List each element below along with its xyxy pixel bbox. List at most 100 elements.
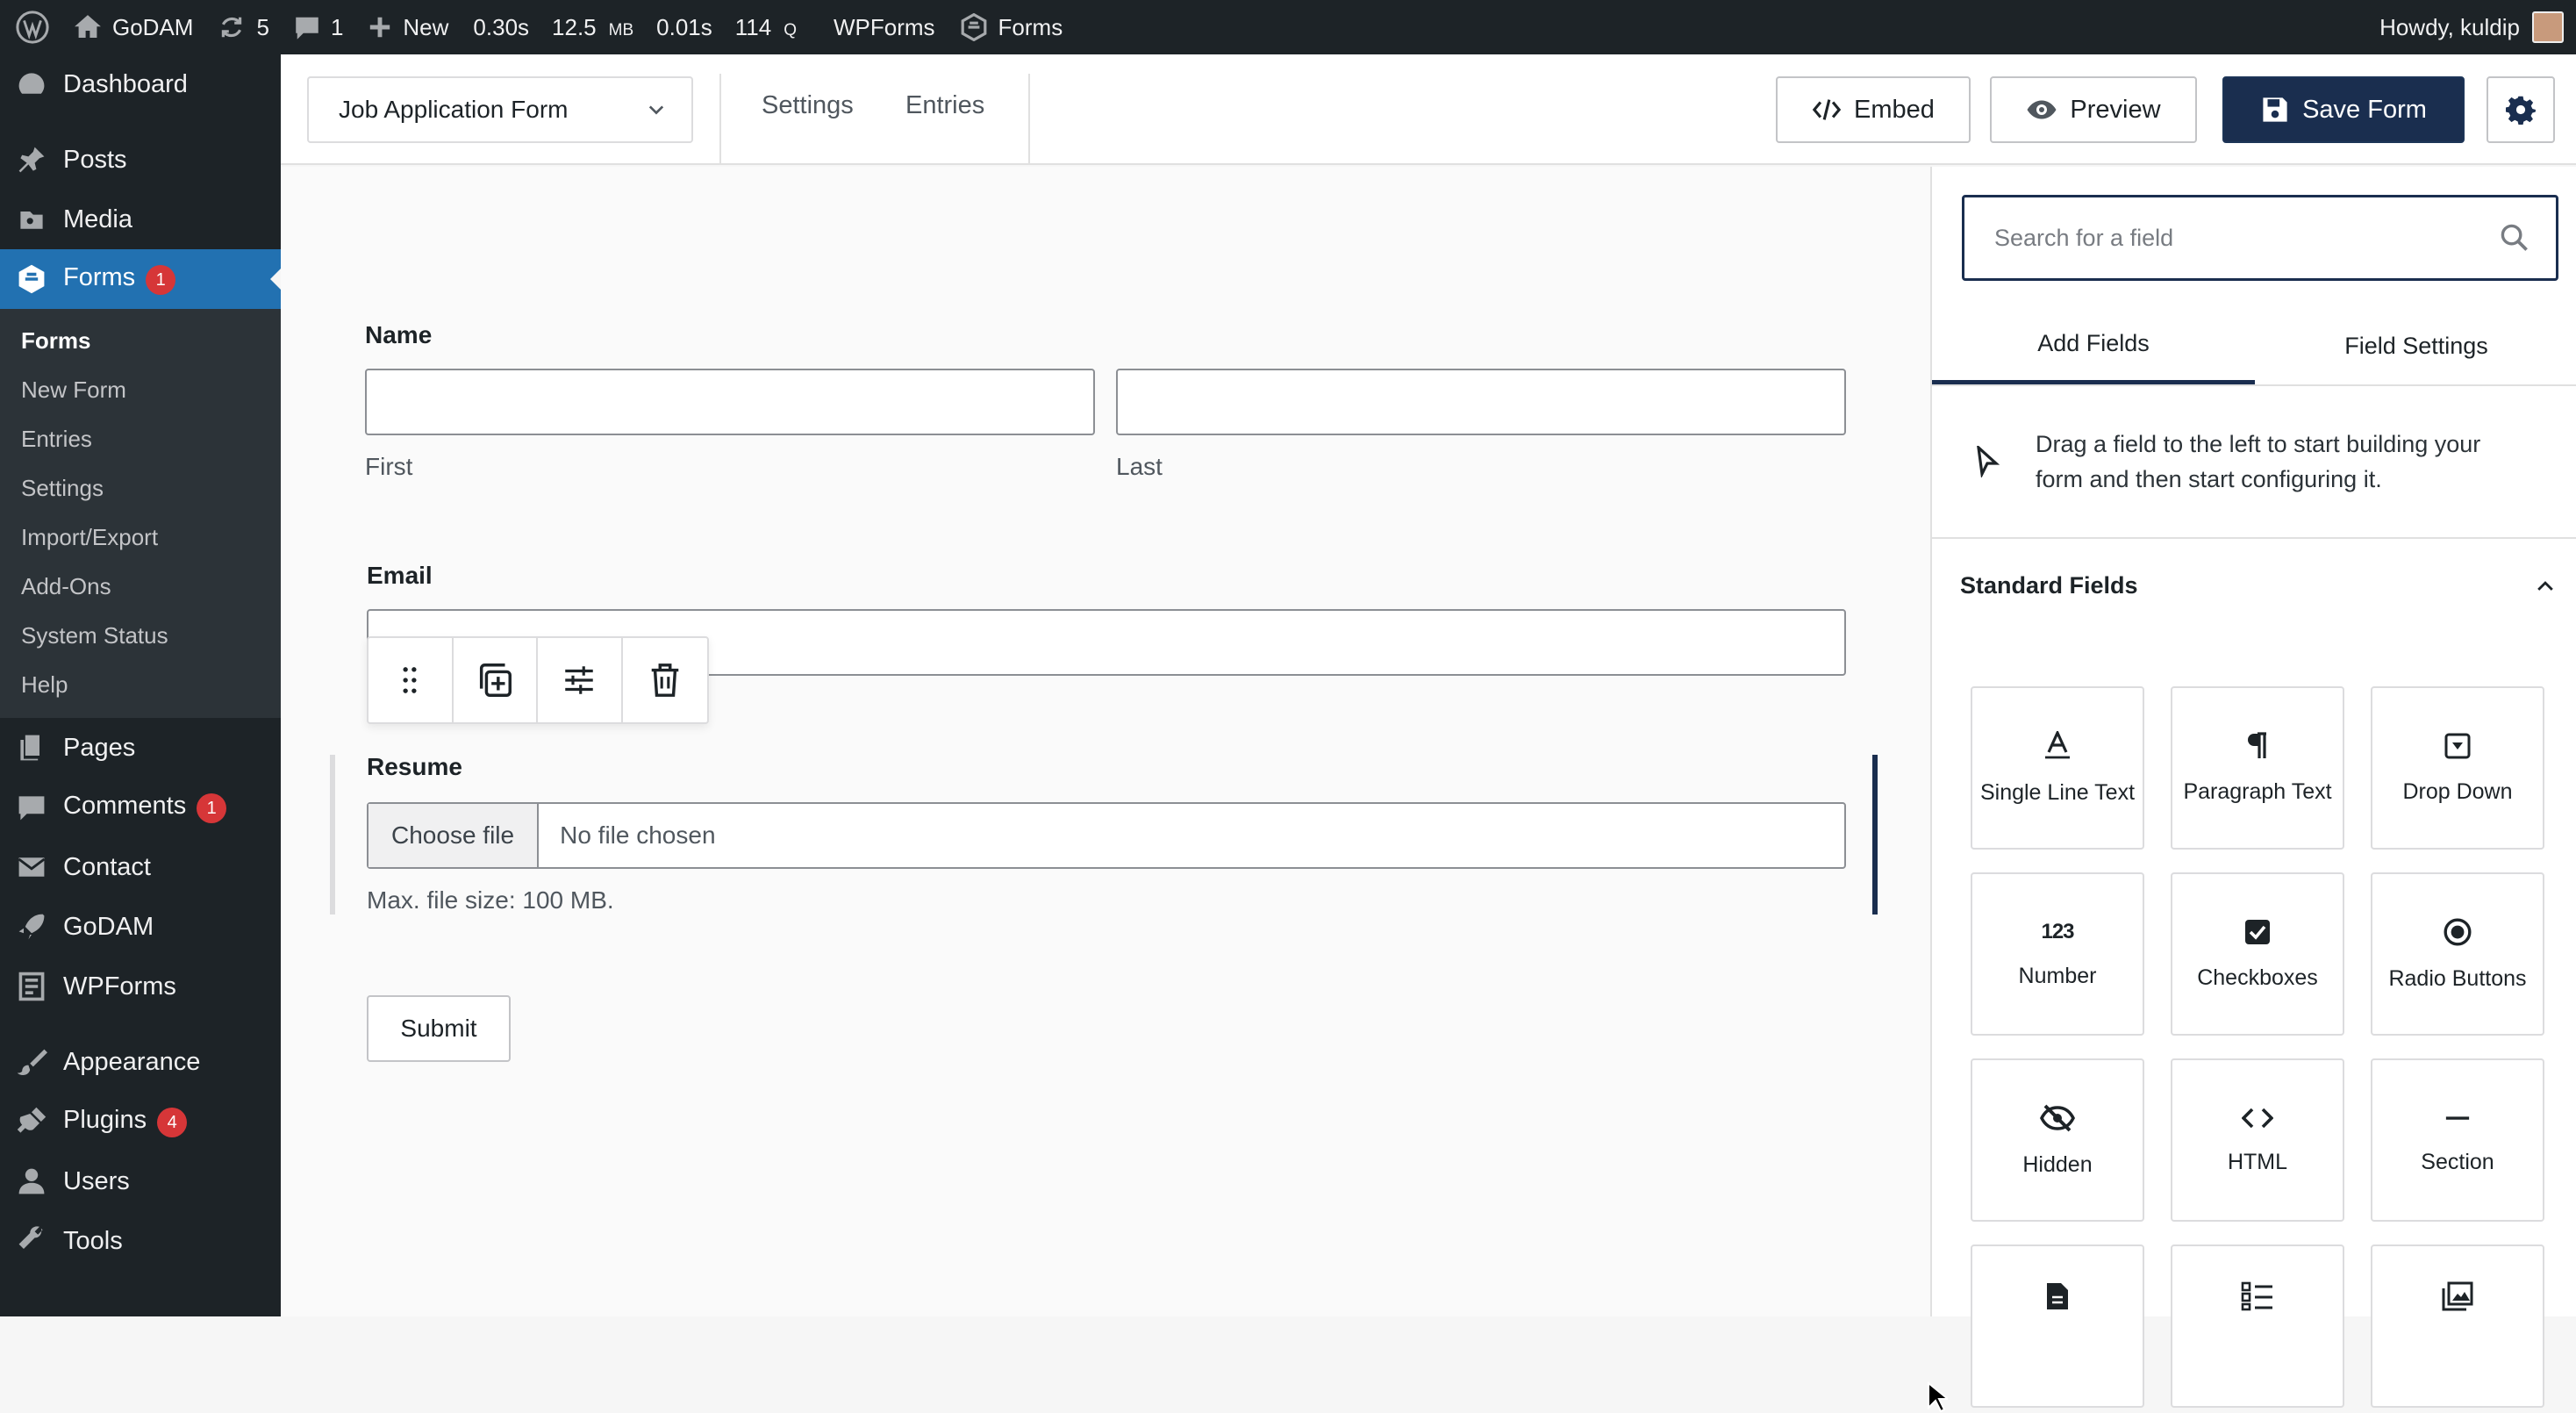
settings-link[interactable]: Settings: [762, 91, 854, 120]
sidebar-label-media: Media: [63, 204, 132, 233]
field-card-list[interactable]: [2171, 1244, 2344, 1408]
field-card-paragraph-text[interactable]: Paragraph Text: [2171, 686, 2344, 850]
submenu-item-import-export[interactable]: Import/Export: [0, 513, 281, 562]
pin-icon: [18, 147, 45, 173]
form-switcher-select[interactable]: Job Application Form: [307, 76, 693, 143]
field-settings-button[interactable]: [538, 638, 623, 722]
max-file-size-text: Max. file size: 100 MB.: [367, 886, 614, 914]
field-card-html[interactable]: HTML: [2171, 1058, 2344, 1222]
tab-add-fields[interactable]: Add Fields: [1932, 307, 2255, 384]
qm-queries-wrap: 114 Q: [735, 14, 797, 41]
field-card-single-line-text[interactable]: Single Line Text: [1971, 686, 2144, 850]
last-name-input[interactable]: [1116, 369, 1846, 435]
sidebar-item-pages[interactable]: Pages: [0, 718, 281, 778]
users-icon: [18, 1168, 45, 1194]
sidebar-item-media[interactable]: Media: [0, 190, 281, 249]
field-card-image[interactable]: [2371, 1244, 2544, 1408]
submenu-item-forms[interactable]: Forms: [0, 316, 281, 365]
number-icon: 123: [2041, 919, 2074, 943]
standard-fields-title: Standard Fields: [1960, 572, 2138, 599]
page-icon: [2047, 1283, 2068, 1309]
resume-file-input[interactable]: Choose file No file chosen: [367, 802, 1846, 869]
field-card-hidden[interactable]: Hidden: [1971, 1058, 2144, 1222]
sidebar-item-contact[interactable]: Contact: [0, 837, 281, 897]
save-form-button[interactable]: Save Form: [2222, 76, 2465, 143]
choose-file-button[interactable]: Choose file: [369, 804, 540, 867]
envelope-icon: [18, 857, 46, 877]
field-card-label: Section: [2421, 1149, 2494, 1174]
field-card-label: Radio Buttons: [2388, 965, 2527, 991]
sliders-icon: [565, 666, 593, 694]
duplicate-field-button[interactable]: [454, 638, 538, 722]
field-card-label: Paragraph Text: [2183, 778, 2332, 804]
field-card-drop-down[interactable]: Drop Down: [2371, 686, 2544, 850]
single-line-text-icon: [2045, 730, 2070, 758]
qm-memory-wrap: 12.5 MB: [552, 14, 633, 41]
my-account-item[interactable]: Howdy, kuldip: [2379, 0, 2564, 54]
sidebar-item-users[interactable]: Users: [0, 1151, 281, 1211]
submit-button[interactable]: Submit: [367, 995, 511, 1062]
field-card-checkboxes[interactable]: Checkboxes: [2171, 872, 2344, 1036]
sidebar-item-wpforms[interactable]: WPForms: [0, 957, 281, 1016]
field-card-label: HTML: [2227, 1149, 2288, 1174]
submenu-item-add-ons[interactable]: Add-Ons: [0, 562, 281, 611]
qm-memory: 12.5: [552, 13, 597, 40]
drag-hint-text: Drag a field to the left to start buildi…: [2036, 427, 2480, 497]
sidebar-item-godam[interactable]: GoDAM: [0, 897, 281, 957]
sidebar-plugins-text: Plugins: [63, 1106, 147, 1134]
delete-field-button[interactable]: [623, 638, 707, 722]
field-card-section[interactable]: Section: [2371, 1058, 2544, 1222]
field-card-label: Number: [2018, 963, 2097, 988]
sidebar-label-comments: Comments 1: [63, 792, 227, 823]
sidebar-item-appearance[interactable]: Appearance: [0, 1032, 281, 1092]
drag-hint: Drag a field to the left to start buildi…: [1932, 386, 2576, 539]
new-content-item[interactable]: New: [355, 0, 461, 54]
submenu-item-entries[interactable]: Entries: [0, 414, 281, 463]
form-canvas: Name First Last Email Resume Choose file…: [281, 167, 1948, 1413]
sidebar-item-forms[interactable]: Forms 1: [0, 249, 281, 309]
paintbrush-icon: [17, 1049, 47, 1075]
drag-handle-button[interactable]: [369, 638, 454, 722]
submenu-item-settings[interactable]: Settings: [0, 463, 281, 513]
sidebar-item-plugins[interactable]: Plugins 4: [0, 1092, 281, 1151]
submenu-item-system-status[interactable]: System Status: [0, 611, 281, 660]
sidebar-item-tools[interactable]: Tools: [0, 1211, 281, 1271]
comments-item[interactable]: 1: [282, 0, 355, 54]
eye-icon: [2027, 100, 2057, 119]
hidden-icon: [2040, 1104, 2075, 1131]
sidebar-label-posts: Posts: [63, 145, 127, 174]
submenu-item-new-form[interactable]: New Form: [0, 365, 281, 414]
sidebar-item-comments[interactable]: Comments 1: [0, 778, 281, 837]
standard-fields-header[interactable]: Standard Fields: [1960, 572, 2557, 599]
sidebar-item-posts[interactable]: Posts: [0, 130, 281, 190]
builder-settings-button[interactable]: [2487, 76, 2555, 143]
forms-bar-item[interactable]: Forms: [948, 0, 1076, 54]
tab-field-settings[interactable]: Field Settings: [2255, 307, 2576, 384]
first-name-input[interactable]: [365, 369, 1095, 435]
admin-bar: GoDAM 5 1 New 0.30s 12.5 MB 0.01s 114 Q WP…: [0, 0, 2576, 54]
site-name: GoDAM: [112, 13, 194, 40]
site-name-item[interactable]: GoDAM: [61, 0, 205, 54]
panel-tabs: Add Fields Field Settings: [1932, 307, 2576, 386]
qm-queries-unit: Q: [784, 20, 797, 39]
field-left-indicator: [330, 755, 335, 915]
wpforms-bar-item[interactable]: WPForms: [821, 0, 948, 54]
sidebar-label-tools: Tools: [63, 1226, 123, 1255]
wordpress-logo-item[interactable]: [0, 0, 61, 54]
submenu-item-help[interactable]: Help: [0, 660, 281, 709]
forms-submenu: Forms New Form Entries Settings Import/E…: [0, 309, 281, 718]
updates-item[interactable]: 5: [205, 0, 281, 54]
sidebar-item-dashboard[interactable]: Dashboard: [0, 54, 281, 114]
query-monitor-item[interactable]: 0.30s 12.5 MB 0.01s 114 Q: [461, 0, 821, 54]
embed-button[interactable]: Embed: [1776, 76, 1971, 143]
qm-queries: 114: [734, 13, 772, 40]
field-card-radio-buttons[interactable]: Radio Buttons: [2371, 872, 2544, 1036]
field-card-number[interactable]: 123 Number: [1971, 872, 2144, 1036]
entries-link[interactable]: Entries: [905, 91, 984, 120]
field-search-input[interactable]: Search for a field: [1962, 195, 2558, 281]
preview-button[interactable]: Preview: [1990, 76, 2197, 143]
field-card-page[interactable]: [1971, 1244, 2144, 1408]
email-field-label: Email: [367, 562, 433, 589]
form-builder-toolbar: Job Application Form Settings Entries Em…: [281, 54, 2576, 165]
sidebar-comments-text: Comments: [63, 792, 187, 820]
